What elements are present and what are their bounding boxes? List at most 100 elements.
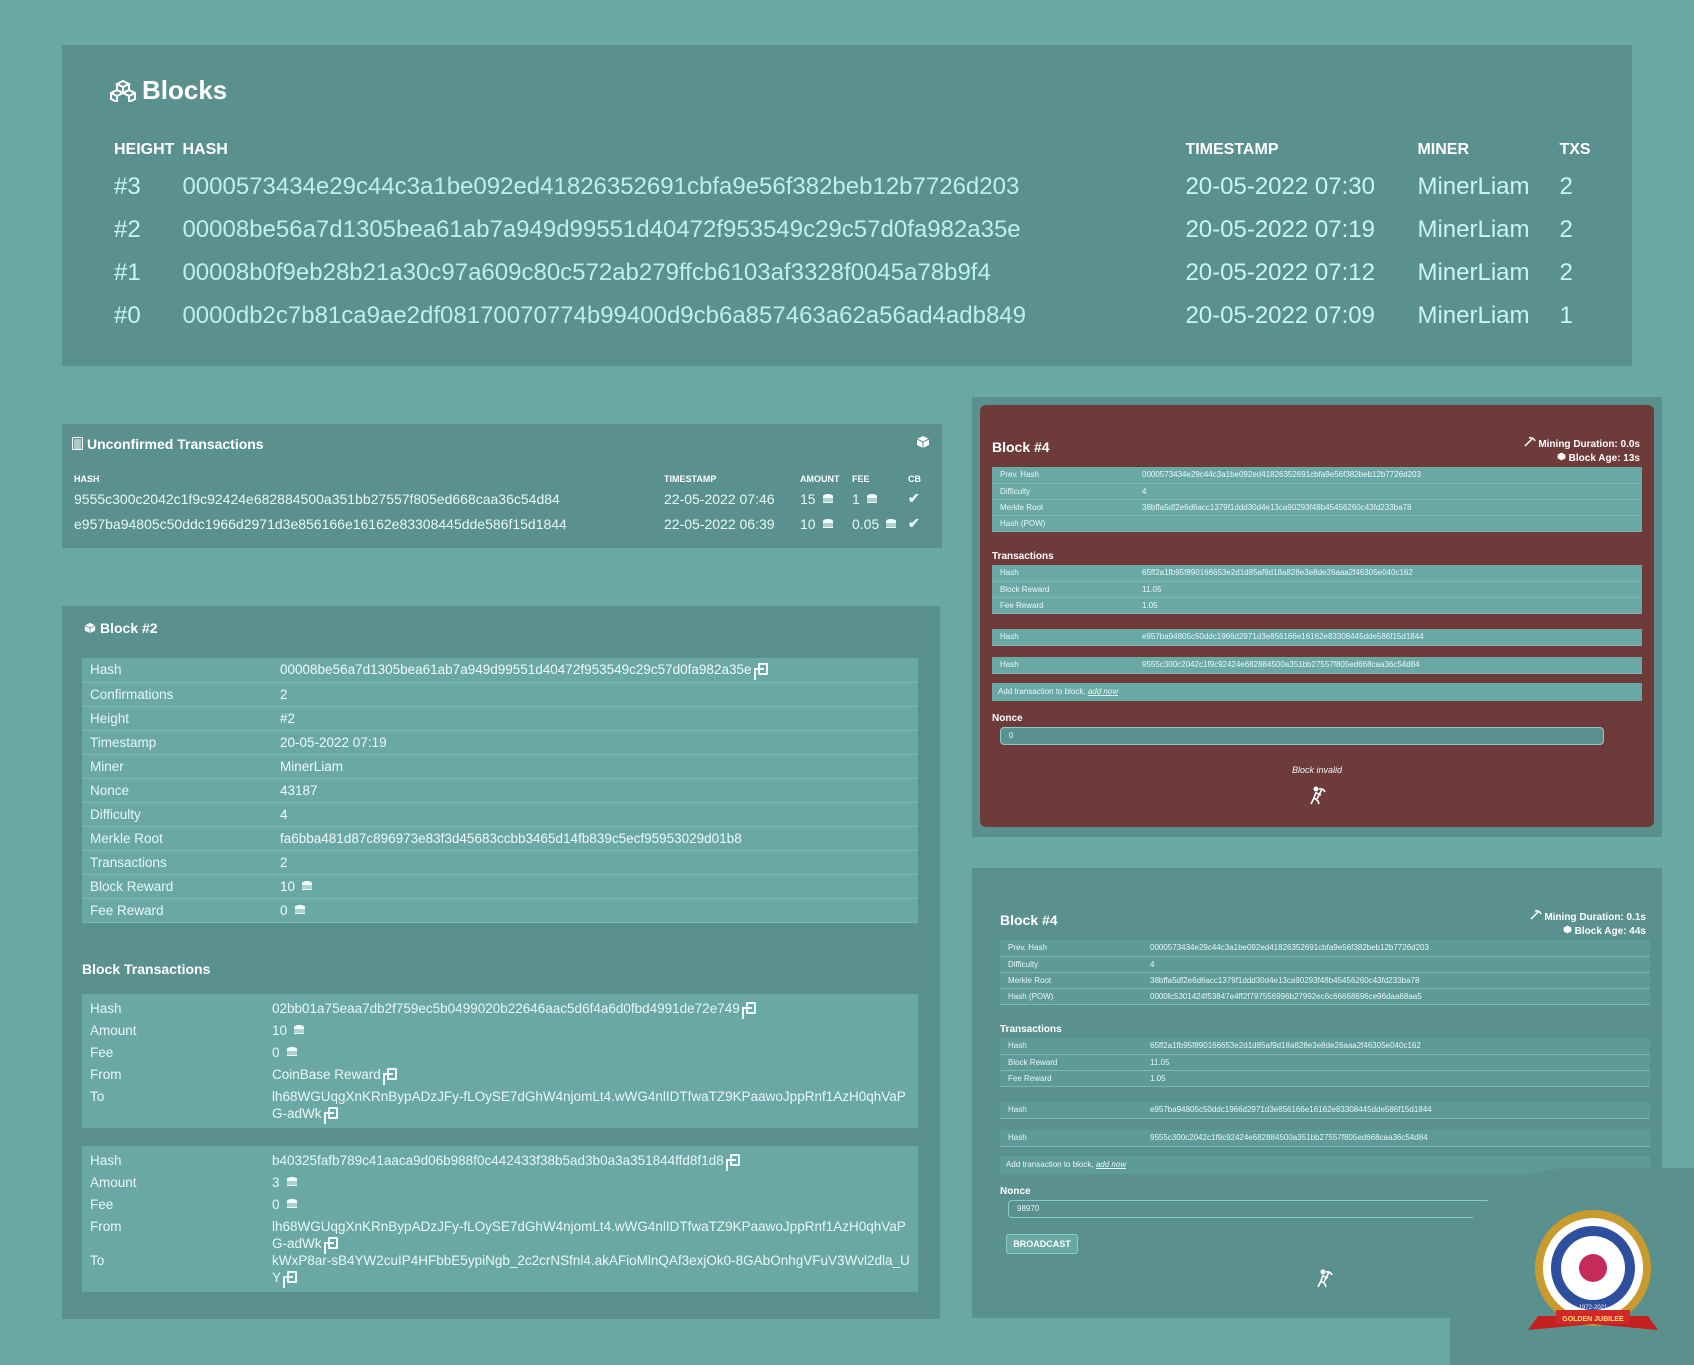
tx-fee-value: 0	[272, 1045, 280, 1060]
block-age: Block Age: 44s	[1530, 925, 1646, 939]
add-now-link[interactable]: add now	[1096, 1160, 1126, 1169]
info-value: 0	[272, 898, 918, 923]
block-age: Block Age: 13s	[1524, 452, 1640, 466]
copy-icon[interactable]	[323, 1237, 338, 1254]
value: 0000fc5301424f53847e4ff2f797556996b27992…	[1142, 988, 1650, 1005]
key: Merkle Root	[1000, 972, 1142, 989]
block-txs: 2	[1559, 215, 1573, 243]
coins-icon	[822, 493, 833, 503]
value: e957ba94805c50ddc1966d2971d3e856166e1616…	[1134, 629, 1642, 646]
coinbase-tx-table: Hash 65ff2a1fb95f890166653e2d1d85af9d18a8…	[1000, 1038, 1650, 1087]
coins-icon	[286, 1047, 297, 1056]
badge-text: GOLDEN JUBILEE	[1562, 1316, 1624, 1323]
blocks-table: HEIGHT HASH TIMESTAMP MINER TXS #3 00005…	[110, 141, 1595, 337]
tx-row-to: To lh68WGUqgXnKRnBypADzJFy-fLOySE7dGhW4nj…	[82, 1088, 918, 1124]
block-miner: MinerLiam	[1417, 301, 1530, 329]
tx-key: Fee	[90, 1197, 114, 1212]
tx-row-amount: Amount 3	[82, 1174, 918, 1196]
tx-fee-value: 0	[272, 1197, 280, 1212]
new-block-header-table: Prev. Hash 0000573434e29c44c3a1be092ed418…	[992, 467, 1642, 532]
mining-duration-text: Mining Duration: 0.0s	[1538, 439, 1640, 450]
cube-icon	[1563, 925, 1572, 934]
blocks-title: Blocks	[108, 75, 227, 106]
block-timestamp: 20-05-2022 07:12	[1185, 258, 1375, 286]
copy-icon[interactable]	[323, 1107, 338, 1124]
coins-icon	[886, 518, 897, 528]
key: Hash	[992, 565, 1134, 582]
col-miner: MINER	[1417, 141, 1470, 158]
block-hash-link[interactable]: 00008b0f9eb28b21a30c97a609c80c572ab279ff…	[178, 251, 1181, 294]
cube-icon	[1557, 452, 1566, 461]
info-value: fa6bba481d87c896973e83f3d45683ccbb3465d1…	[272, 826, 918, 851]
info-key: Hash	[82, 658, 272, 683]
value: 38bffa5df2e6d6acc1379f1ddd30d4e13ca90293…	[1142, 972, 1650, 989]
row-hash-pow: Hash (POW)	[992, 515, 1642, 532]
tx-amount: 10	[796, 511, 848, 536]
value: 1.05	[1142, 1070, 1650, 1087]
block-row[interactable]: #3 0000573434e29c44c3a1be092ed4182635269…	[110, 165, 1595, 208]
coins-icon	[866, 493, 877, 503]
row-prev-hash: Prev. Hash 0000573434e29c44c3a1be092ed418…	[992, 467, 1642, 484]
cube-icon[interactable]	[916, 435, 930, 449]
block-detail-title: Block #2	[84, 620, 158, 636]
row-difficulty: Difficulty 4	[1000, 956, 1650, 973]
block-row[interactable]: #1 00008b0f9eb28b21a30c97a609c80c572ab27…	[110, 251, 1595, 294]
block-hash-link[interactable]: 0000573434e29c44c3a1be092ed41826352691cb…	[178, 165, 1181, 208]
new-block-title: Block #4	[992, 439, 1050, 455]
broadcast-button[interactable]: BROADCAST	[1006, 1234, 1078, 1254]
tx-row-from: From lh68WGUqgXnKRnBypADzJFy-fLOySE7dGhW4…	[82, 1218, 918, 1254]
copy-icon[interactable]	[382, 1068, 397, 1085]
miner-icon[interactable]	[1307, 785, 1327, 805]
info-row-height: Height #2	[82, 706, 918, 731]
key: Difficulty	[992, 483, 1134, 500]
pickaxe-icon	[1524, 437, 1536, 447]
cube-icon	[84, 622, 96, 634]
block-row[interactable]: #2 00008be56a7d1305bea61ab7a949d99551d40…	[110, 208, 1595, 251]
block-miner: MinerLiam	[1417, 215, 1530, 243]
nonce-input[interactable]: 0	[1000, 727, 1604, 745]
list-icon	[72, 437, 83, 450]
value: 4	[1142, 956, 1650, 973]
tx-value: 10	[272, 1022, 918, 1044]
tx-fee-value: 0.05	[852, 515, 880, 532]
unconfirmed-row[interactable]: e957ba94805c50ddc1966d2971d3e856166e1616…	[70, 511, 925, 536]
coins-icon	[294, 904, 305, 914]
unconfirmed-row[interactable]: 9555c300c2042c1f9c92424e682884500a351bb2…	[70, 486, 925, 511]
miner-icon[interactable]	[1314, 1268, 1334, 1288]
cubes-icon	[108, 79, 138, 104]
block-hash-link[interactable]: 0000db2c7b81ca9ae2df08170070774b99400d9c…	[178, 294, 1181, 337]
row-block-reward: Block Reward 11.05	[992, 581, 1642, 598]
info-value: 2	[272, 682, 918, 707]
key: Merkle Root	[992, 499, 1134, 516]
row-hash-pow: Hash (POW) 0000fc5301424f53847e4ff2f79755…	[1000, 988, 1650, 1005]
info-key: Fee Reward	[82, 898, 272, 923]
block-reward-value: 10	[280, 878, 296, 894]
coins-icon	[822, 518, 833, 528]
row-block-reward: Block Reward 11.05	[1000, 1054, 1650, 1071]
value: 65ff2a1fb95f890166653e2d1d85af9d18a828e3…	[1142, 1038, 1650, 1055]
tx-row-amount: Amount 10	[82, 1022, 918, 1044]
tx-hash[interactable]: e957ba94805c50ddc1966d2971d3e856166e1616…	[70, 511, 660, 536]
tx-hash[interactable]: 9555c300c2042c1f9c92424e682884500a351bb2…	[70, 486, 660, 511]
value: 65ff2a1fb95f890166653e2d1d85af9d18a828e3…	[1134, 565, 1642, 582]
copy-icon[interactable]	[725, 1154, 740, 1171]
add-now-link[interactable]: add now	[1088, 687, 1118, 696]
copy-icon[interactable]	[283, 1271, 298, 1288]
block-hash-link[interactable]: 00008be56a7d1305bea61ab7a949d99551d40472…	[178, 208, 1181, 251]
add-transaction-text: Add transaction to block,	[998, 687, 1086, 696]
tx-row-from: From CoinBase Reward	[82, 1066, 918, 1088]
new-block-card-invalid: Block #4 Mining Duration: 0.0s Block Age…	[980, 405, 1654, 827]
tx-table: Hash e957ba94805c50ddc1966d2971d3e856166e…	[992, 629, 1642, 646]
row-tx-hash: Hash 9555c300c2042c1f9c92424e682884500a35…	[1000, 1130, 1650, 1147]
info-key: Timestamp	[82, 730, 272, 755]
block-txs: 2	[1559, 172, 1573, 200]
block-height: #3	[114, 172, 141, 200]
info-row-confirmations: Confirmations 2	[82, 682, 918, 707]
tx-row-hash: Hash 02bb01a75eaa7db2f759ec5b0499020b2264…	[82, 1000, 918, 1022]
row-prev-hash: Prev. Hash 0000573434e29c44c3a1be092ed418…	[1000, 940, 1650, 957]
block-age-text: Block Age: 13s	[1568, 453, 1640, 464]
block-row[interactable]: #0 0000db2c7b81ca9ae2df08170070774b99400…	[110, 294, 1595, 337]
copy-icon[interactable]	[741, 1002, 756, 1019]
copy-icon[interactable]	[753, 663, 768, 681]
tx-key: To	[90, 1089, 105, 1104]
